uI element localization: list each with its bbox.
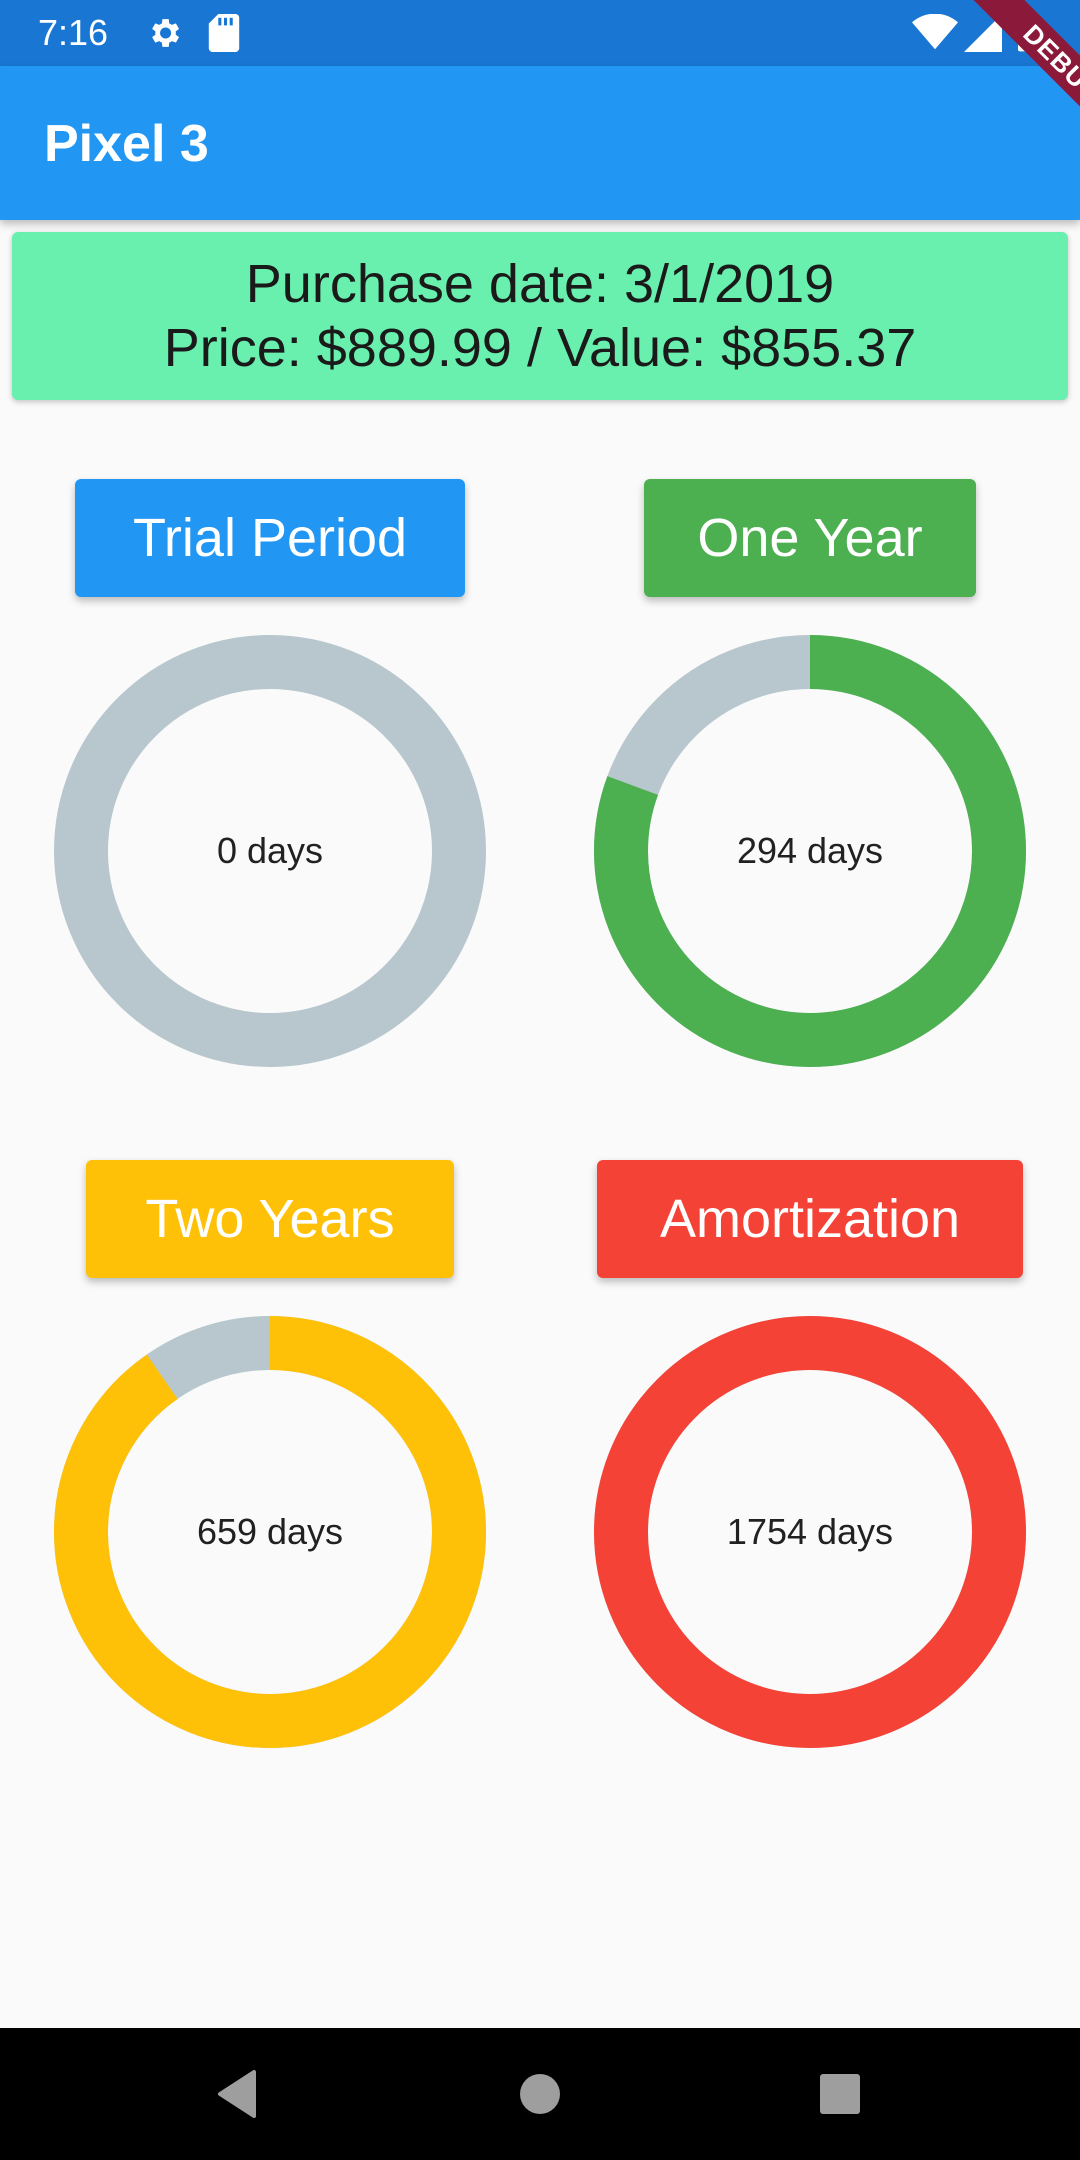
app-bar: Pixel 3 xyxy=(0,66,1080,220)
one-year-ring: 294 days xyxy=(594,635,1026,1067)
wifi-icon xyxy=(912,13,958,55)
two-years-label: Two Years xyxy=(145,1189,395,1249)
recents-icon[interactable] xyxy=(810,2064,870,2124)
one-year-button[interactable]: One Year xyxy=(644,479,976,597)
trial-period-days: 0 days xyxy=(216,830,324,871)
home-icon[interactable] xyxy=(510,2064,570,2124)
price-value-text: Price: $889.99 / Value: $855.37 xyxy=(163,318,917,378)
info-card: Purchase date: 3/1/2019 Price: $889.99 /… xyxy=(12,232,1068,400)
status-bar: 7:16 xyxy=(0,0,1080,66)
amortization-ring: 1754 days xyxy=(594,1316,1026,1748)
amortization-button[interactable]: Amortization xyxy=(597,1160,1023,1278)
one-year-label: One Year xyxy=(697,508,923,568)
two-years-days: 659 days xyxy=(196,1511,344,1552)
trial-period-ring: 0 days xyxy=(54,635,486,1067)
trial-period-button[interactable]: Trial Period xyxy=(75,479,465,597)
amortization-days: 1754 days xyxy=(726,1511,894,1552)
battery-icon xyxy=(1018,14,1040,57)
two-years-button[interactable]: Two Years xyxy=(86,1160,454,1278)
sd-card-icon xyxy=(208,14,240,57)
amortization-label: Amortization xyxy=(659,1189,961,1249)
trial-period-label: Trial Period xyxy=(132,508,408,568)
gear-icon xyxy=(145,14,183,57)
signal-icon xyxy=(964,14,1002,57)
purchase-date-text: Purchase date: 3/1/2019 xyxy=(245,254,835,314)
back-icon[interactable] xyxy=(210,2064,270,2124)
one-year-days: 294 days xyxy=(736,830,884,871)
navigation-bar xyxy=(0,2028,1080,2160)
two-years-ring: 659 days xyxy=(54,1316,486,1748)
page-title: Pixel 3 xyxy=(44,115,209,173)
status-time: 7:16 xyxy=(38,12,109,53)
